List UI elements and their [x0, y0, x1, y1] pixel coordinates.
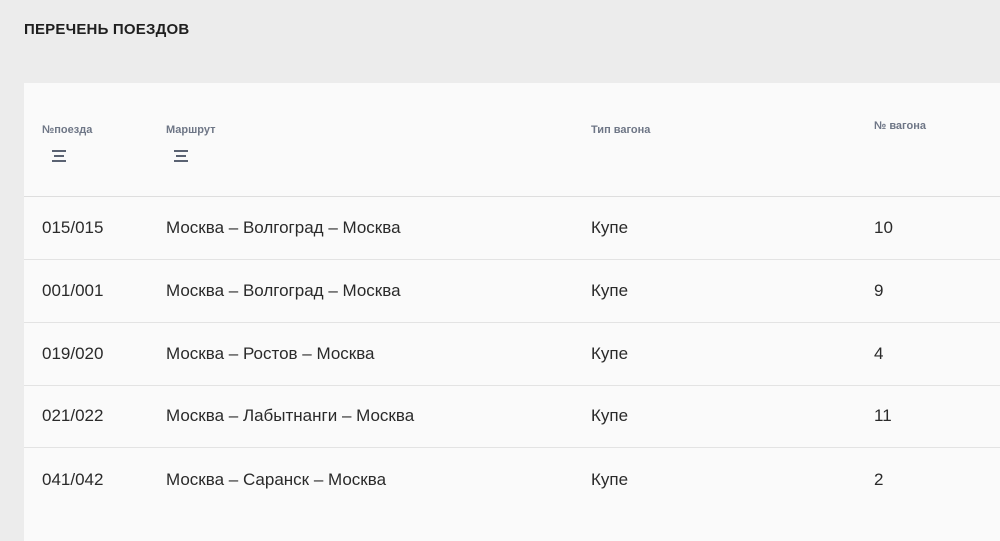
route-cell: Москва – Волгоград – Москва: [166, 218, 401, 237]
route-cell: Москва – Лабытнанги – Москва: [166, 406, 415, 425]
train-number-cell: 019/020: [42, 344, 104, 363]
car-type-cell: Купе: [591, 218, 629, 237]
train-number-cell: 021/022: [42, 406, 104, 425]
sort-route-icon[interactable]: [174, 150, 188, 162]
car-type-cell: Купе: [591, 344, 629, 363]
column-header-car-number: № вагона: [874, 120, 926, 132]
table-row[interactable]: 015/015 Москва – Волгоград – Москва Купе…: [24, 197, 1000, 260]
train-number-cell: 001/001: [42, 281, 104, 300]
train-number-cell: 041/042: [42, 470, 104, 489]
table-header: №поезда Маршрут Тип вагона № вагона: [24, 83, 1000, 197]
column-header-car-type: Тип вагона: [591, 124, 651, 136]
column-header-route[interactable]: Маршрут: [166, 124, 216, 136]
trains-table: №поезда Маршрут Тип вагона № вагона 015/…: [24, 83, 1000, 541]
route-cell: Москва – Волгоград – Москва: [166, 281, 401, 300]
page-title: ПЕРЕЧЕНЬ ПОЕЗДОВ: [24, 21, 190, 38]
column-header-train-number[interactable]: №поезда: [42, 124, 92, 136]
car-type-cell: Купе: [591, 470, 629, 489]
car-number-cell: 10: [874, 218, 893, 237]
car-number-cell: 4: [874, 344, 884, 363]
car-type-cell: Купе: [591, 406, 629, 425]
train-number-cell: 015/015: [42, 218, 104, 237]
route-cell: Москва – Саранск – Москва: [166, 470, 387, 489]
table-row[interactable]: 021/022 Москва – Лабытнанги – Москва Куп…: [24, 385, 1000, 448]
car-number-cell: 2: [874, 470, 884, 489]
table-row[interactable]: 001/001 Москва – Волгоград – Москва Купе…: [24, 260, 1000, 323]
route-cell: Москва – Ростов – Москва: [166, 344, 375, 363]
sort-train-number-icon[interactable]: [52, 150, 66, 162]
car-number-cell: 9: [874, 281, 884, 300]
car-type-cell: Купе: [591, 281, 629, 300]
car-number-cell: 11: [874, 406, 892, 425]
table-row[interactable]: 019/020 Москва – Ростов – Москва Купе 4: [24, 323, 1000, 386]
table-row[interactable]: 041/042 Москва – Саранск – Москва Купе 2: [24, 449, 1000, 511]
